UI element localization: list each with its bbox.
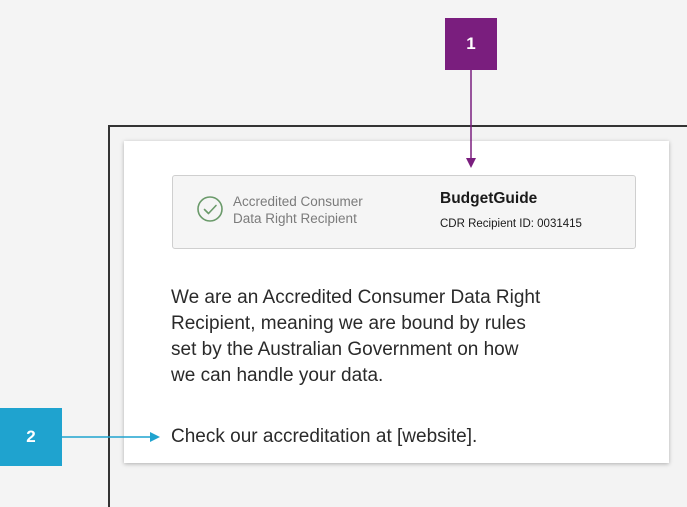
arrow-2-head bbox=[150, 432, 160, 442]
annotated-screenshot: Accredited Consumer Data Right Recipient… bbox=[0, 0, 687, 507]
callout-marker-2: 2 bbox=[0, 408, 62, 466]
callout-arrows bbox=[62, 70, 476, 442]
callout-marker-1: 1 bbox=[445, 18, 497, 70]
arrow-1-head bbox=[466, 158, 476, 168]
